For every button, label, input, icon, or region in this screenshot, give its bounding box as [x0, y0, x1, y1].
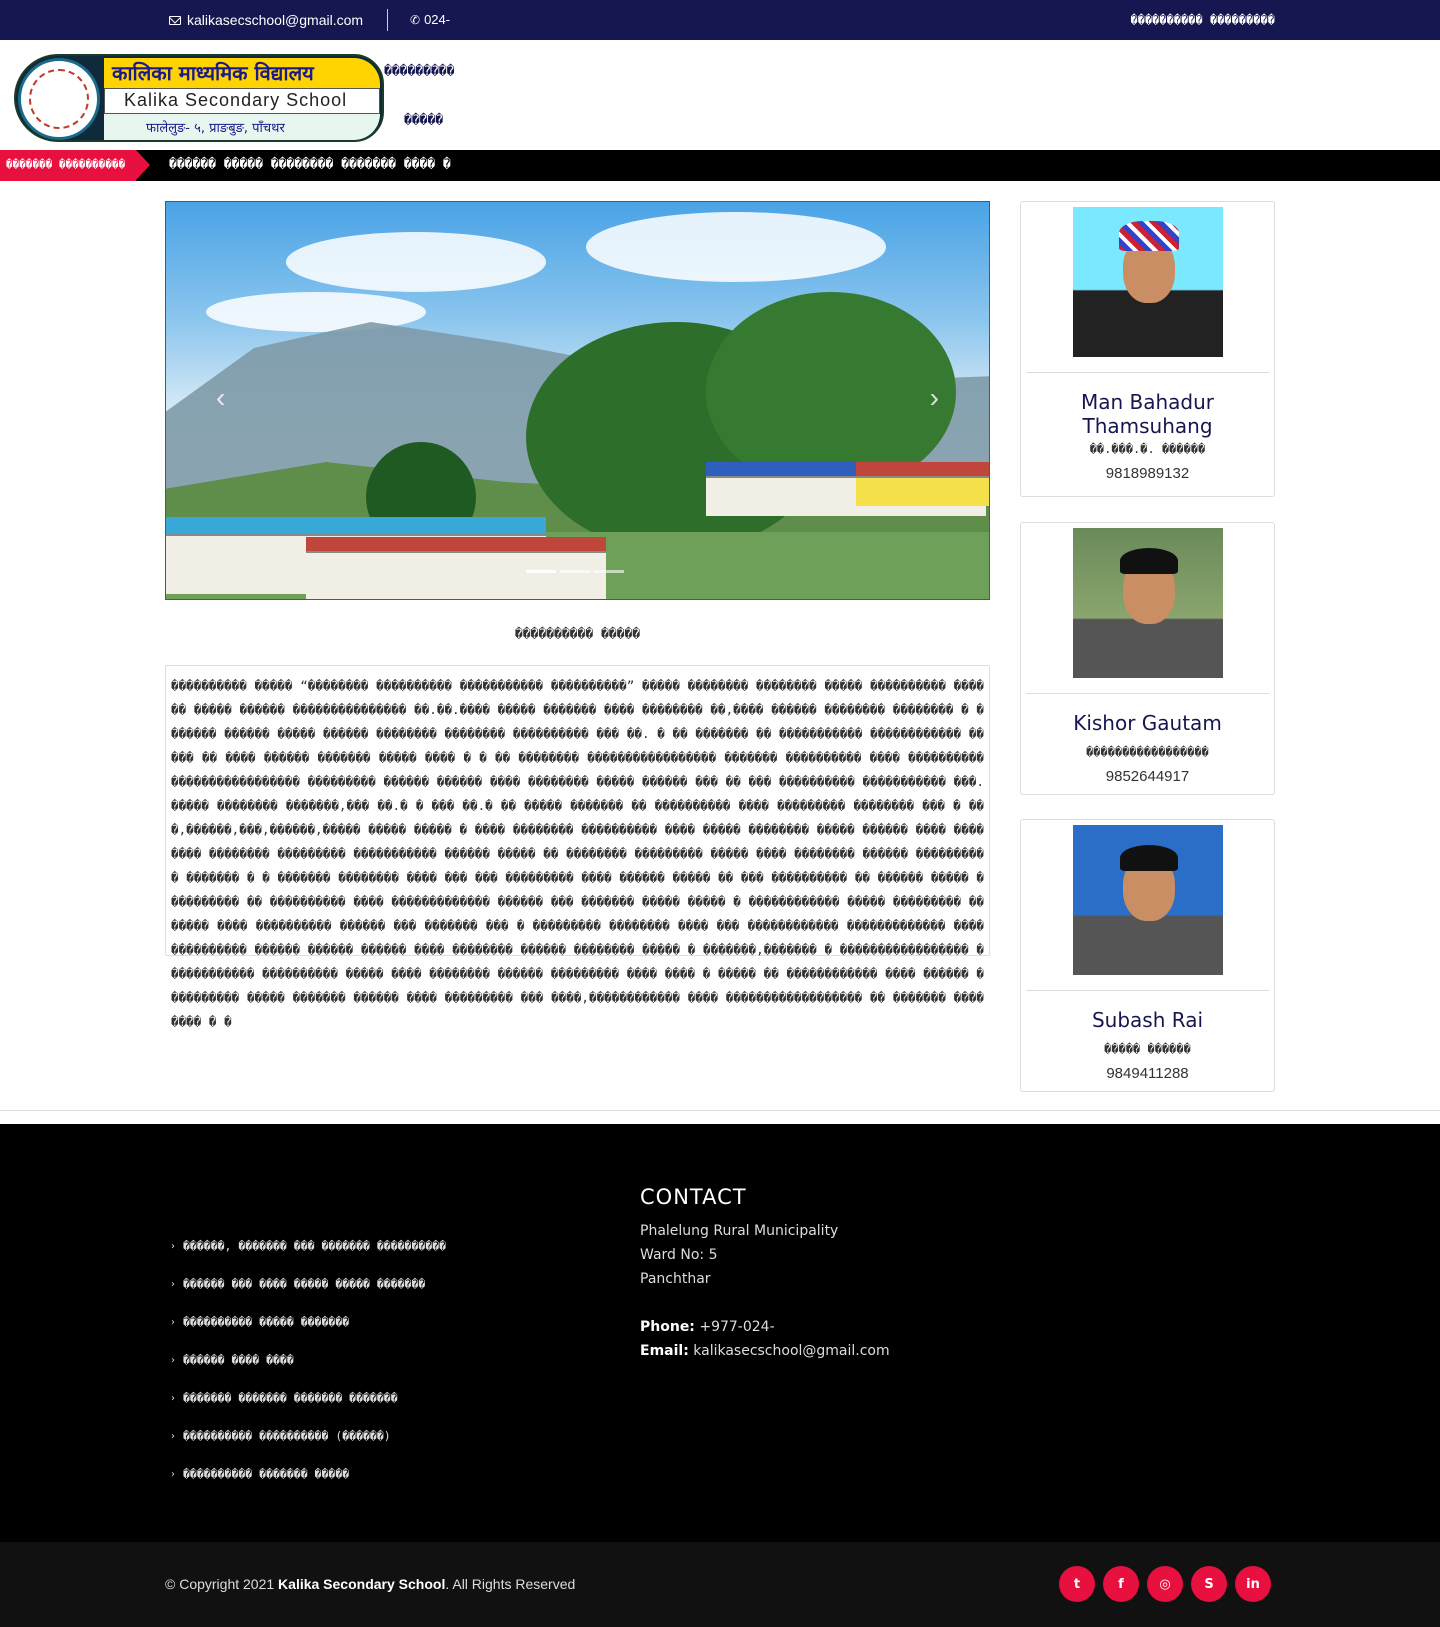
nav-item-1[interactable]: ��������� — [384, 64, 454, 79]
top-phone[interactable]: ✆ 024- — [410, 12, 450, 27]
footer-link-label[interactable]: ���������� ���������� (������) — [183, 1429, 391, 1443]
ticker-label: ������� ���������� — [0, 150, 150, 181]
chevron-right-icon: › — [171, 1316, 175, 1328]
logo-title-english: Kalika Secondary School — [124, 90, 348, 110]
staff-photo — [1073, 528, 1223, 678]
staff-card: Kishor Gautam ����������������� 98526449… — [1020, 522, 1275, 795]
image-slider[interactable]: ‹ › — [165, 201, 990, 600]
footer: › ������, ������� ��� ������� ���������� … — [0, 1124, 1440, 1542]
footer-bottom: © Copyright 2021 Kalika Secondary School… — [0, 1542, 1440, 1627]
footer-link[interactable]: › ������ ��� ���� ����� ����� ������� — [171, 1265, 446, 1303]
school-logo[interactable]: कालिका माध्यमिक विद्यालय Kalika Secondar… — [14, 54, 384, 142]
staff-role: ����� ������ — [1104, 1042, 1191, 1056]
skype-icon[interactable]: S — [1191, 1566, 1227, 1602]
copyright-prefix: © Copyright 2021 — [165, 1576, 279, 1592]
contact-email: Email: kalikasecschool@gmail.com — [640, 1339, 890, 1363]
main-nav: ��������� ����� ����� — [384, 64, 454, 211]
footer-link-label[interactable]: ���������� ������� ����� — [183, 1467, 349, 1481]
footer-separator — [0, 1110, 1440, 1124]
copyright-suffix: . All Rights Reserved — [445, 1576, 576, 1592]
staff-phone: 9849411288 — [1106, 1065, 1189, 1082]
staff-name: Man Bahadur Thamsuhang — [1080, 390, 1215, 438]
staff-role: ��.���.�. ������ — [1089, 442, 1206, 456]
copyright: © Copyright 2021 Kalika Secondary School… — [165, 1576, 575, 1592]
contact-email-label: Email: — [640, 1343, 689, 1359]
footer-link-label[interactable]: ���������� ����� ������� — [183, 1315, 349, 1329]
chevron-right-icon: › — [171, 1278, 175, 1290]
staff-phone: 9852644917 — [1105, 768, 1190, 785]
footer-link[interactable]: › ���������� ������� ����� — [171, 1455, 446, 1493]
contact-heading: CONTACT — [640, 1185, 747, 1209]
staff-phone: 9818989132 — [1105, 465, 1190, 482]
twitter-icon[interactable]: t — [1059, 1566, 1095, 1602]
chevron-right-icon: › — [171, 1392, 175, 1404]
footer-link[interactable]: › ������� ������� ������� ������� — [171, 1379, 446, 1417]
footer-contact: CONTACT Phalelung Rural Municipality War… — [640, 1185, 890, 1363]
staff-card: Subash Rai ����� ������ 9849411288 — [1020, 819, 1275, 1092]
contact-phone-value[interactable]: +977-024- — [699, 1319, 774, 1335]
staff-role: ����������������� — [1086, 745, 1209, 759]
school-seal-icon — [18, 58, 100, 140]
slider-indicators[interactable] — [526, 570, 624, 573]
linkedin-icon[interactable]: in — [1235, 1566, 1271, 1602]
top-divider — [387, 9, 388, 31]
contact-email-value[interactable]: kalikasecschool@gmail.com — [693, 1343, 889, 1359]
footer-link-label[interactable]: ������, ������� ��� ������� ���������� — [183, 1239, 446, 1253]
footer-link[interactable]: › ���������� ����� ������� — [171, 1303, 446, 1341]
footer-link[interactable]: › ���������� ���������� (������) — [171, 1417, 446, 1455]
instagram-icon[interactable]: ◎ — [1147, 1566, 1183, 1602]
news-ticker: ������� ���������� ������ ����� ��������… — [0, 150, 1440, 181]
staff-photo — [1073, 207, 1223, 357]
staff-name: Kishor Gautam — [1073, 711, 1222, 735]
slider-next-button[interactable]: › — [930, 382, 939, 414]
logo-address: फालेलुङ- ५, प्राङबुङ, पाँचथर — [146, 121, 285, 136]
copyright-school: Kalika Secondary School — [278, 1576, 446, 1592]
footer-link[interactable]: › ������, ������� ��� ������� ���������� — [171, 1227, 446, 1265]
top-bar: kalikasecschool@gmail.com ✆ 024- �������… — [0, 0, 1440, 40]
nav-item-2[interactable]: ����� — [384, 113, 454, 128]
staff-photo — [1073, 825, 1223, 975]
footer-link-label[interactable]: ������ ���� ���� — [183, 1353, 294, 1367]
footer-link[interactable]: › ������ ���� ���� — [171, 1341, 446, 1379]
slider-dot[interactable] — [526, 570, 556, 573]
contact-address-line: Panchthar — [640, 1271, 711, 1287]
chevron-right-icon: › — [171, 1240, 175, 1252]
contact-phone: Phone: +977-024- — [640, 1315, 890, 1339]
ticker-text[interactable]: ������ ����� �������� ������� ���� � — [169, 157, 451, 172]
contact-address-line: Ward No: 5 — [640, 1247, 718, 1263]
staff-name: Subash Rai — [1091, 1008, 1204, 1032]
slider-dot[interactable] — [560, 570, 590, 573]
top-phone-text[interactable]: 024- — [424, 12, 450, 27]
top-email[interactable]: kalikasecschool@gmail.com — [169, 12, 363, 28]
footer-links: › ������, ������� ��� ������� ���������� … — [171, 1227, 446, 1493]
slider-dot[interactable] — [594, 570, 624, 573]
chevron-right-icon: › — [171, 1468, 175, 1480]
top-email-text[interactable]: kalikasecschool@gmail.com — [187, 12, 363, 28]
staff-card: Man Bahadur Thamsuhang ��.���.�. ������ … — [1020, 201, 1275, 497]
contact-phone-label: Phone: — [640, 1319, 695, 1335]
envelope-icon — [169, 15, 181, 25]
footer-link-label[interactable]: ������� ������� ������� ������� — [183, 1391, 398, 1405]
chevron-right-icon: › — [171, 1430, 175, 1442]
logo-title-nepali: कालिका माध्यमिक विद्यालय — [112, 61, 314, 85]
about-box: ���������� ����� “�������� ���������� ��… — [165, 665, 990, 1029]
social-links: t f ◎ S in — [1059, 1566, 1271, 1602]
contact-address-line: Phalelung Rural Municipality — [640, 1223, 839, 1239]
facebook-icon[interactable]: f — [1103, 1566, 1139, 1602]
footer-link-label[interactable]: ������ ��� ���� ����� ����� ������� — [183, 1277, 425, 1291]
about-title: ���������� ����� — [514, 627, 641, 642]
phone-icon: ✆ — [410, 12, 421, 27]
chevron-right-icon: › — [171, 1354, 175, 1366]
about-text: ���������� ����� “�������� ���������� ��… — [171, 678, 984, 1029]
slider-prev-button[interactable]: ‹ — [216, 382, 225, 414]
top-right-link[interactable]: ���������� ��������� — [1131, 13, 1276, 27]
